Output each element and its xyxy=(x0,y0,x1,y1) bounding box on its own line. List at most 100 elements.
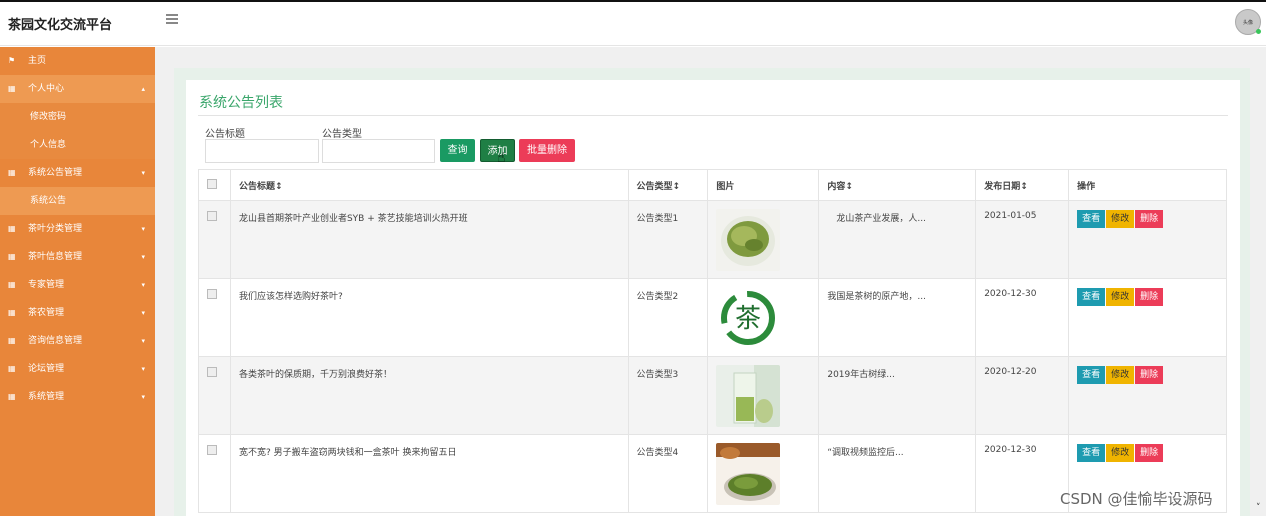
sidebar-item[interactable]: ▦ 专家管理 ▾ xyxy=(0,271,155,299)
chevron-icon: ▴ xyxy=(141,85,145,93)
chevron-icon: ▾ xyxy=(141,281,145,289)
cell-content: 我国是茶树的原产地，... xyxy=(818,278,977,357)
col-title[interactable]: 公告标题↕ xyxy=(229,169,629,201)
svg-text:茶: 茶 xyxy=(735,304,761,334)
sidebar-item-label: 专家管理 xyxy=(28,280,65,290)
chevron-icon: ▾ xyxy=(141,225,145,233)
cell-title: 各类茶叶的保质期，千万别浪费好茶！ xyxy=(229,356,629,435)
select-all-header[interactable] xyxy=(198,169,231,201)
cell-type: 公告类型1 xyxy=(627,200,709,279)
edit-button[interactable]: 修改 xyxy=(1106,210,1135,228)
cell-date: 2021-01-05 xyxy=(975,200,1070,279)
cell-date: 2020-12-20 xyxy=(975,356,1070,435)
delete-button[interactable]: 删除 xyxy=(1135,444,1164,462)
batch-delete-button[interactable]: 批量删除 xyxy=(519,139,575,162)
sidebar-item-label: 系统公告管理 xyxy=(28,168,83,178)
edit-button[interactable]: 修改 xyxy=(1106,288,1135,306)
view-button[interactable]: 查看 xyxy=(1077,366,1106,384)
row-checkbox[interactable] xyxy=(207,445,217,455)
grid-icon: ▦ xyxy=(8,224,16,233)
menu-toggle-icon[interactable] xyxy=(166,14,178,24)
announcement-table: 公告标题↕ 公告类型↕ 图片 内容↕ 发布日期↕ 操作 龙山县首期茶叶产业创业者… xyxy=(198,169,1227,513)
sidebar-item[interactable]: ▦ 茶叶分类管理 ▾ xyxy=(0,215,155,243)
watermark: CSDN @佳愉毕设源码 xyxy=(1060,490,1213,508)
hand-cursor-icon: ☝ xyxy=(497,150,506,166)
title-divider xyxy=(198,115,1228,116)
row-checkbox[interactable] xyxy=(207,289,217,299)
cell-ops: 查看 修改 删除 xyxy=(1068,278,1227,357)
sidebar-item[interactable]: ▦ 茶农管理 ▾ xyxy=(0,299,155,327)
sidebar-item[interactable]: ▦ 论坛管理 ▾ xyxy=(0,355,155,383)
grid-icon: ▦ xyxy=(8,280,16,289)
row-checkbox[interactable] xyxy=(207,211,217,221)
filter-title-label: 公告标题 xyxy=(205,129,245,140)
chevron-icon: ▾ xyxy=(141,169,145,177)
row-select-cell[interactable] xyxy=(198,434,231,513)
col-date[interactable]: 发布日期↕ xyxy=(975,169,1070,201)
sidebar-subitem[interactable]: 系统公告 xyxy=(0,187,155,215)
tea-calligraphy-logo-image: 茶 xyxy=(716,287,781,352)
grid-icon: ▦ xyxy=(8,84,16,93)
sidebar: ⚑ 主页 ▦ 个人中心 ▴ 修改密码 个人信息 ▦ 系统公告管理 ▾ 系统公告 ▦ 茶叶分类管理 ▾ ▦ 茶叶… xyxy=(0,47,155,516)
grid-icon: ▦ xyxy=(8,168,16,177)
edit-button[interactable]: 修改 xyxy=(1106,366,1135,384)
tea-glass-image xyxy=(716,365,781,430)
sidebar-item-label: 茶叶分类管理 xyxy=(28,224,83,234)
select-all-checkbox[interactable] xyxy=(207,178,217,189)
sidebar-item[interactable]: ▦ 个人中心 ▴ xyxy=(0,75,155,103)
cell-type: 公告类型4 xyxy=(627,434,709,513)
sidebar-subitem[interactable]: 修改密码 xyxy=(0,103,155,131)
cell-title: 龙山县首期茶叶产业创业者SYB + 茶艺技能培训火热开班 xyxy=(229,200,629,279)
sidebar-item-label: 咨询信息管理 xyxy=(28,336,83,346)
view-button[interactable]: 查看 xyxy=(1077,288,1106,306)
filter-type-label: 公告类型 xyxy=(322,129,362,140)
delete-button[interactable]: 删除 xyxy=(1135,366,1164,384)
grid-icon: ▦ xyxy=(8,308,16,317)
row-checkbox[interactable] xyxy=(207,367,217,377)
table-header-row: 公告标题↕ 公告类型↕ 图片 内容↕ 发布日期↕ 操作 xyxy=(198,169,1227,201)
page-title: 系统公告列表 xyxy=(199,95,283,111)
cell-image xyxy=(707,200,820,279)
sidebar-subitem-label: 系统公告 xyxy=(30,196,67,206)
col-image: 图片 xyxy=(707,169,820,201)
cell-type: 公告类型3 xyxy=(627,356,709,435)
row-select-cell[interactable] xyxy=(198,200,231,279)
filter-type-input[interactable] xyxy=(322,139,435,163)
col-ops: 操作 xyxy=(1068,169,1227,201)
grid-icon: ▦ xyxy=(8,336,16,345)
col-content[interactable]: 内容↕ xyxy=(818,169,977,201)
cell-content: “调取视频监控后... xyxy=(818,434,977,513)
edit-button[interactable]: 修改 xyxy=(1106,444,1135,462)
query-button[interactable]: 查询 xyxy=(440,139,475,162)
cell-image xyxy=(707,356,820,435)
app-title: 茶园文化交流平台 xyxy=(8,18,113,33)
cell-image xyxy=(707,434,820,513)
filter-title-input[interactable] xyxy=(205,139,319,163)
sidebar-item-label: 个人中心 xyxy=(28,84,65,94)
sidebar-item[interactable]: ▦ 系统管理 ▾ xyxy=(0,383,155,411)
cell-date: 2020-12-30 xyxy=(975,434,1070,513)
sidebar-item[interactable]: ⚑ 主页 xyxy=(0,47,155,75)
row-select-cell[interactable] xyxy=(198,356,231,435)
view-button[interactable]: 查看 xyxy=(1077,444,1106,462)
sidebar-subitem[interactable]: 个人信息 xyxy=(0,131,155,159)
row-select-cell[interactable] xyxy=(198,278,231,357)
sidebar-item[interactable]: ▦ 茶叶信息管理 ▾ xyxy=(0,243,155,271)
chevron-icon: ▾ xyxy=(141,309,145,317)
delete-button[interactable]: 删除 xyxy=(1135,210,1164,228)
chevron-icon: ▾ xyxy=(141,393,145,401)
sidebar-item[interactable]: ▦ 咨询信息管理 ▾ xyxy=(0,327,155,355)
chevron-icon: ▾ xyxy=(141,253,145,261)
cell-image: 茶 xyxy=(707,278,820,357)
view-button[interactable]: 查看 xyxy=(1077,210,1106,228)
flag-icon: ⚑ xyxy=(8,56,16,65)
sidebar-subitem-label: 个人信息 xyxy=(30,140,67,150)
sidebar-item[interactable]: ▦ 系统公告管理 ▾ xyxy=(0,159,155,187)
scroll-down-icon[interactable]: ˅ xyxy=(1256,503,1261,513)
col-type[interactable]: 公告类型↕ xyxy=(627,169,709,201)
sidebar-item-label: 主页 xyxy=(28,56,47,66)
delete-button[interactable]: 删除 xyxy=(1135,288,1164,306)
cell-ops: 查看 修改 删除 xyxy=(1068,200,1227,279)
chevron-icon: ▾ xyxy=(141,337,145,345)
grid-icon: ▦ xyxy=(8,392,16,401)
